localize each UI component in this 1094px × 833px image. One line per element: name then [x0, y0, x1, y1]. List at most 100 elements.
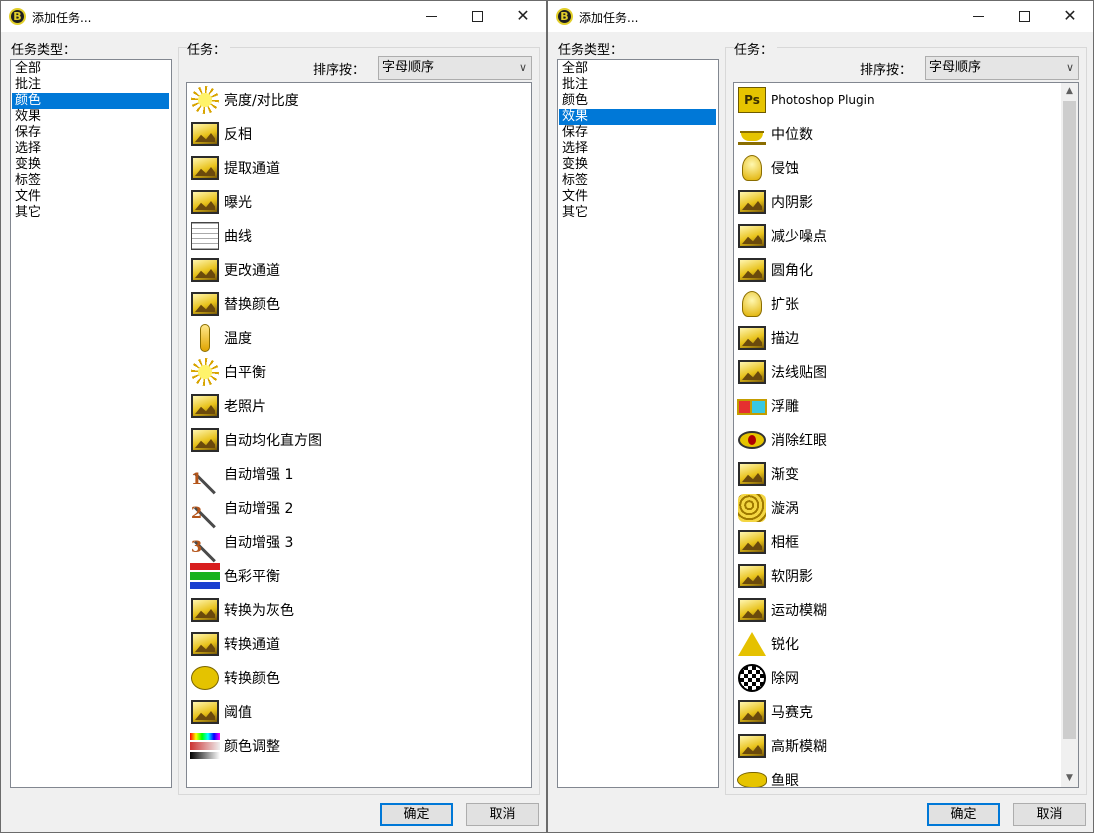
task-item[interactable]: 运动模糊: [734, 593, 1078, 627]
category-item[interactable]: 批注: [559, 77, 716, 93]
category-list[interactable]: 全部 批注 颜色 效果 保存 选择 变换 标签 文件 其它: [10, 59, 172, 788]
task-item[interactable]: 自动均化直方图: [187, 423, 531, 457]
task-item[interactable]: 内阴影: [734, 185, 1078, 219]
task-item[interactable]: 亮度/对比度: [187, 83, 531, 117]
category-item[interactable]: 颜色: [559, 93, 716, 109]
change-channel-icon: [190, 255, 220, 285]
category-item[interactable]: 标签: [559, 173, 716, 189]
task-item[interactable]: 2 自动增强 2: [187, 491, 531, 525]
task-label: 扩张: [771, 297, 799, 313]
ok-button[interactable]: 确定: [380, 803, 453, 826]
ok-button[interactable]: 确定: [927, 803, 1000, 826]
category-item[interactable]: 全部: [12, 61, 169, 77]
add-task-dialog-left: B 添加任务... ✕ 任务类型： 全部 批注 颜色 效果 保存 选择 变换 标签 文件 其它 任…: [0, 0, 547, 833]
category-item[interactable]: 效果: [12, 109, 169, 125]
task-item[interactable]: 反相: [187, 117, 531, 151]
task-item[interactable]: 相框: [734, 525, 1078, 559]
cancel-button[interactable]: 取消: [466, 803, 539, 826]
replace-color-icon: [190, 289, 220, 319]
scrollbar-thumb[interactable]: [1063, 101, 1076, 739]
sort-select[interactable]: 字母顺序 ∨: [925, 56, 1079, 80]
scroll-up-icon[interactable]: ▲: [1061, 83, 1078, 100]
category-item[interactable]: 效果: [559, 109, 716, 125]
maximize-button[interactable]: [454, 1, 500, 32]
category-item[interactable]: 变换: [559, 157, 716, 173]
sort-select-value: 字母顺序: [382, 60, 435, 75]
close-icon: ✕: [1063, 6, 1077, 25]
task-item[interactable]: 减少噪点: [734, 219, 1078, 253]
brightness-sun-icon: [190, 85, 220, 115]
task-item[interactable]: 替换颜色: [187, 287, 531, 321]
scroll-down-icon[interactable]: ▼: [1061, 770, 1078, 787]
task-item[interactable]: 高斯模糊: [734, 729, 1078, 763]
task-item[interactable]: 提取通道: [187, 151, 531, 185]
chevron-down-icon: ∨: [518, 61, 527, 74]
task-item[interactable]: 消除红眼: [734, 423, 1078, 457]
task-item[interactable]: 3 自动增强 3: [187, 525, 531, 559]
category-item[interactable]: 保存: [12, 125, 169, 141]
task-item[interactable]: 白平衡: [187, 355, 531, 389]
task-item[interactable]: 渐变: [734, 457, 1078, 491]
task-item[interactable]: 锐化: [734, 627, 1078, 661]
title-bar[interactable]: B 添加任务... ✕: [548, 1, 1093, 32]
category-item[interactable]: 变换: [12, 157, 169, 173]
task-item[interactable]: 1 自动增强 1: [187, 457, 531, 491]
category-item[interactable]: 全部: [559, 61, 716, 77]
task-item[interactable]: 转换通道: [187, 627, 531, 661]
task-item[interactable]: 除网: [734, 661, 1078, 695]
sort-select[interactable]: 字母顺序 ∨: [378, 56, 532, 80]
category-item[interactable]: 文件: [559, 189, 716, 205]
task-item[interactable]: 侵蚀: [734, 151, 1078, 185]
cancel-button[interactable]: 取消: [1013, 803, 1086, 826]
close-button[interactable]: ✕: [1047, 1, 1093, 32]
category-item[interactable]: 选择: [12, 141, 169, 157]
minimize-button[interactable]: [408, 1, 454, 32]
task-item[interactable]: 曝光: [187, 185, 531, 219]
task-item[interactable]: 软阴影: [734, 559, 1078, 593]
task-item[interactable]: 色彩平衡: [187, 559, 531, 593]
category-item[interactable]: 文件: [12, 189, 169, 205]
convert-channel-icon: [190, 629, 220, 659]
task-label: 白平衡: [224, 365, 266, 381]
task-item[interactable]: 扩张: [734, 287, 1078, 321]
category-item[interactable]: 其它: [559, 205, 716, 221]
task-item[interactable]: 温度: [187, 321, 531, 355]
task-item[interactable]: 老照片: [187, 389, 531, 423]
maximize-button[interactable]: [1001, 1, 1047, 32]
task-item[interactable]: 圆角化: [734, 253, 1078, 287]
category-item[interactable]: 颜色: [12, 93, 169, 109]
minimize-button[interactable]: [955, 1, 1001, 32]
task-label: 运动模糊: [771, 603, 827, 619]
task-item[interactable]: 描边: [734, 321, 1078, 355]
task-item[interactable]: 阈值: [187, 695, 531, 729]
task-label: 高斯模糊: [771, 739, 827, 755]
tasks-label: 任务：: [187, 39, 231, 58]
task-label: 侵蚀: [771, 161, 799, 177]
category-item[interactable]: 保存: [559, 125, 716, 141]
category-item[interactable]: 标签: [12, 173, 169, 189]
title-bar[interactable]: B 添加任务... ✕: [1, 1, 546, 32]
task-item[interactable]: 更改通道: [187, 253, 531, 287]
task-item[interactable]: 浮雕: [734, 389, 1078, 423]
task-item[interactable]: 曲线: [187, 219, 531, 253]
vertical-scrollbar[interactable]: ▲ ▼: [1061, 83, 1078, 787]
category-item[interactable]: 选择: [559, 141, 716, 157]
task-item[interactable]: 转换颜色: [187, 661, 531, 695]
task-list[interactable]: Ps Photoshop Plugin 中位数侵蚀内阴影 减少噪点 圆角化扩张描边 法线贴…: [733, 82, 1079, 788]
gaussian-blur-icon: [737, 731, 767, 761]
task-item[interactable]: Ps Photoshop Plugin: [734, 83, 1078, 117]
category-item[interactable]: 批注: [12, 77, 169, 93]
task-label: 转换通道: [224, 637, 280, 653]
task-label: 反相: [224, 127, 252, 143]
task-item[interactable]: 马赛克: [734, 695, 1078, 729]
task-item[interactable]: 法线贴图: [734, 355, 1078, 389]
task-item[interactable]: 中位数: [734, 117, 1078, 151]
task-list[interactable]: 亮度/对比度反相提取通道 曝光 曲线 更改通道 替换颜色 温度白平衡老照片 自动均化直方图 1…: [186, 82, 532, 788]
category-list[interactable]: 全部 批注 颜色 效果 保存 选择 变换 标签 文件 其它: [557, 59, 719, 788]
task-item[interactable]: 漩涡: [734, 491, 1078, 525]
close-button[interactable]: ✕: [500, 1, 546, 32]
category-item[interactable]: 其它: [12, 205, 169, 221]
task-item[interactable]: 鱼眼: [734, 763, 1078, 787]
task-item[interactable]: 颜色调整: [187, 729, 531, 763]
task-item[interactable]: 转换为灰色: [187, 593, 531, 627]
